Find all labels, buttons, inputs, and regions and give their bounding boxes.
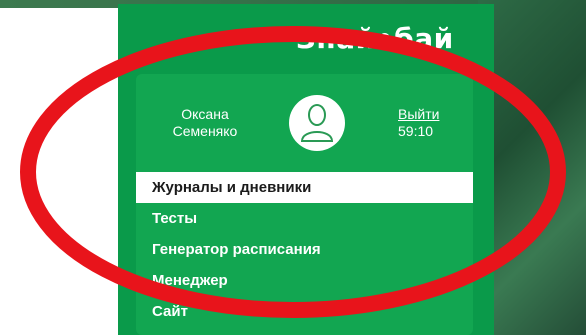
menu-item-site[interactable]: Сайт	[136, 296, 473, 327]
menu-item-schedule-generator[interactable]: Генератор расписания	[136, 234, 473, 265]
user-icon	[300, 104, 334, 142]
brand-logo[interactable]: Знай•бай	[296, 22, 454, 55]
logout-link[interactable]: Выйти	[398, 106, 439, 123]
user-last-name: Семеняко	[172, 123, 238, 139]
session-timer: 59:10	[398, 123, 434, 139]
user-name: Оксана Семеняко	[150, 106, 260, 140]
menu-item-tests[interactable]: Тесты	[136, 203, 473, 234]
right-background	[478, 0, 586, 335]
menu-item-journals[interactable]: Журналы и дневники	[136, 172, 473, 203]
menu-item-manager[interactable]: Менеджер	[136, 265, 473, 296]
main-menu: Журналы и дневники Тесты Генератор распи…	[136, 172, 473, 327]
session-info: Выйти 59:10	[398, 106, 439, 140]
user-first-name: Оксана	[181, 106, 229, 122]
avatar[interactable]	[289, 95, 345, 151]
